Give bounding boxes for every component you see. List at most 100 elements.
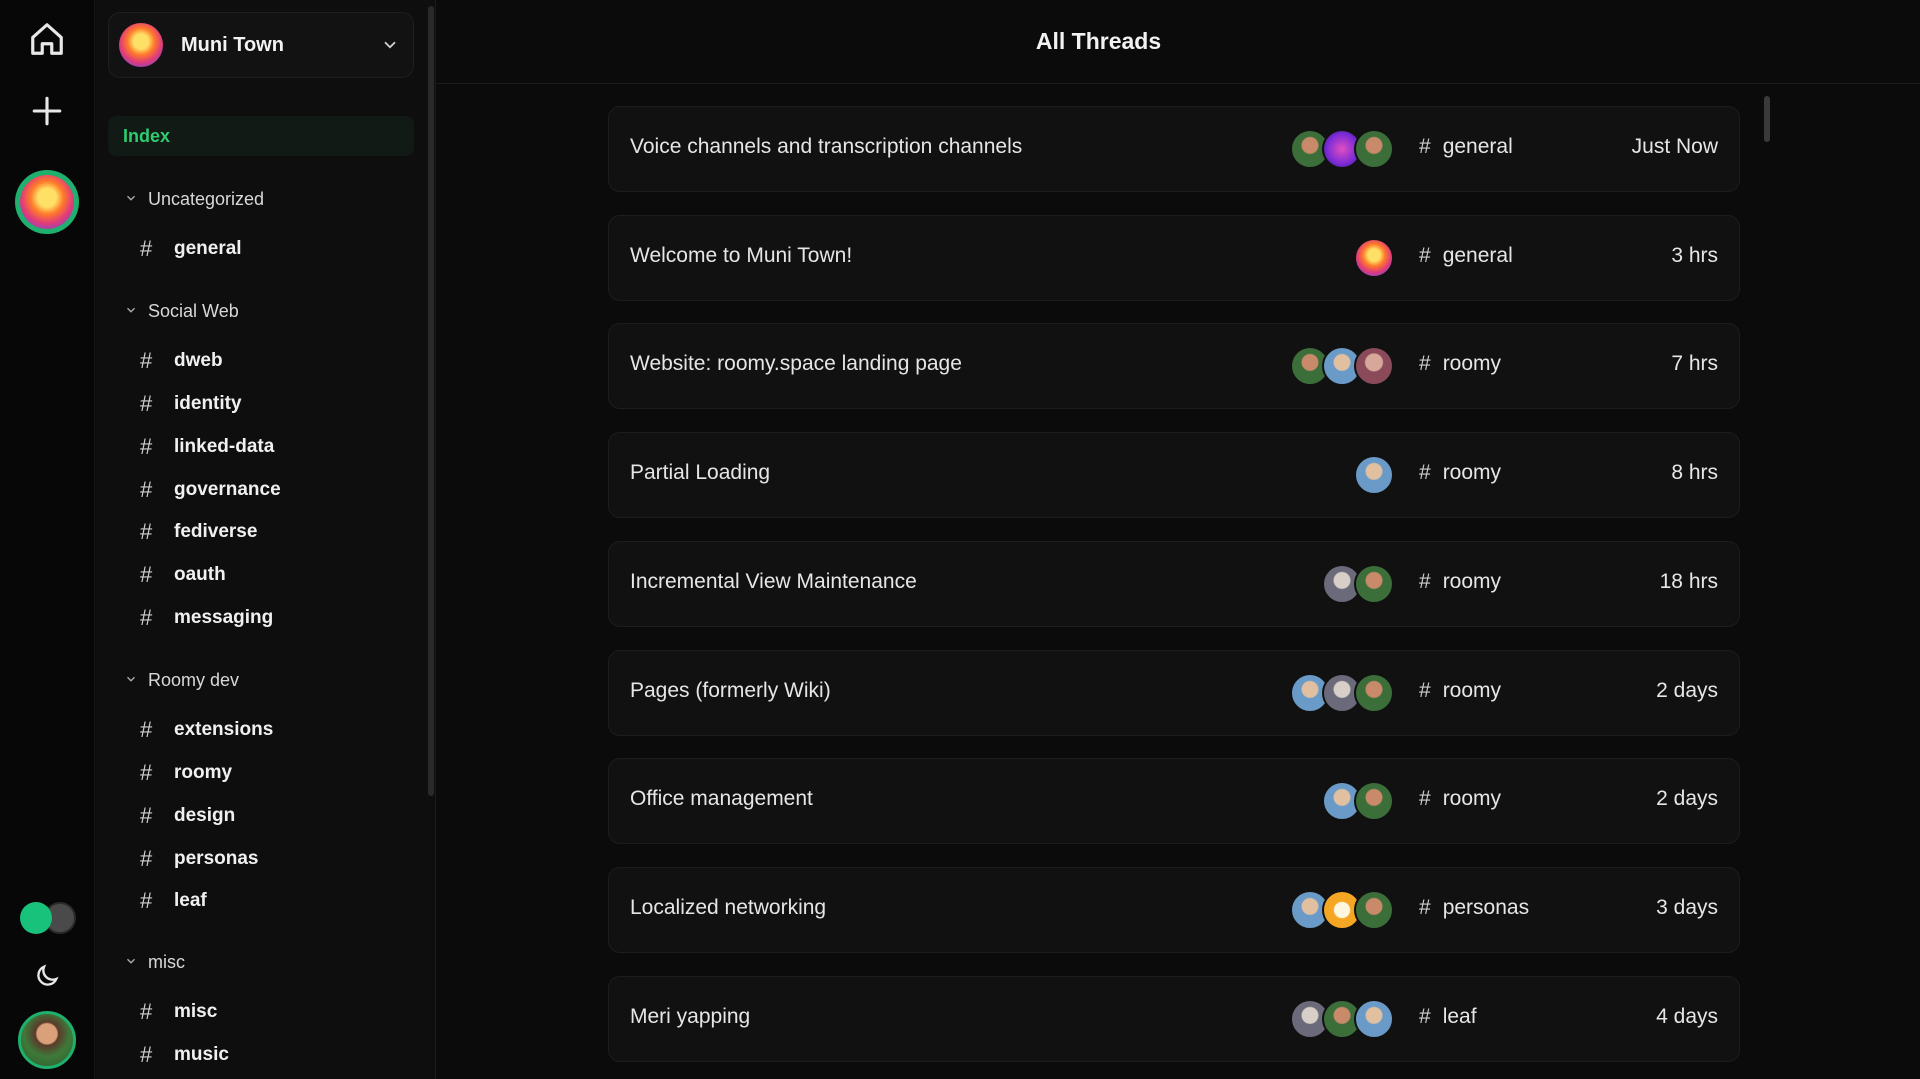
channel-dweb[interactable]: # dweb bbox=[140, 348, 223, 374]
channel-linked-data[interactable]: # linked-data bbox=[140, 434, 274, 460]
thread-row[interactable]: Voice channels and transcription channel… bbox=[608, 106, 1740, 192]
thread-time: 3 hrs bbox=[1671, 244, 1718, 267]
channel-oauth[interactable]: # oauth bbox=[140, 562, 226, 588]
avatar bbox=[1354, 673, 1394, 713]
channel-label: governance bbox=[174, 479, 281, 500]
channel-label: music bbox=[174, 1044, 229, 1065]
user-avatar[interactable] bbox=[18, 1011, 76, 1069]
chevron-down-icon bbox=[381, 36, 399, 58]
channel-identity[interactable]: # identity bbox=[140, 391, 242, 417]
category-social-web[interactable]: Social Web bbox=[124, 301, 239, 322]
avatar bbox=[1354, 129, 1394, 169]
hash-icon: # bbox=[140, 888, 153, 913]
thread-time: 3 days bbox=[1656, 896, 1718, 919]
page-title: All Threads bbox=[1035, 28, 1162, 54]
thread-title: Meri yapping bbox=[630, 1005, 751, 1028]
thread-channel: # roomy bbox=[1419, 570, 1502, 593]
category-label: misc bbox=[148, 952, 185, 972]
sidebar-item-index[interactable]: Index bbox=[108, 116, 414, 156]
hash-icon: # bbox=[140, 846, 153, 871]
hash-icon: # bbox=[140, 519, 153, 544]
avatar bbox=[1354, 238, 1394, 278]
channel-music[interactable]: # music bbox=[140, 1042, 229, 1068]
channel-label: design bbox=[174, 805, 236, 826]
main-scrollbar[interactable] bbox=[1764, 96, 1770, 142]
chevron-down-icon bbox=[124, 301, 138, 322]
category-roomy-dev[interactable]: Roomy dev bbox=[124, 670, 239, 691]
participant-avatars bbox=[1290, 346, 1394, 386]
channel-fediverse[interactable]: # fediverse bbox=[140, 519, 257, 545]
channel-messaging[interactable]: # messaging bbox=[140, 605, 273, 631]
channel-misc[interactable]: # misc bbox=[140, 999, 217, 1025]
avatar bbox=[1354, 890, 1394, 930]
thread-channel: # general bbox=[1419, 244, 1513, 267]
thread-title: Voice channels and transcription channel… bbox=[630, 135, 1023, 158]
space-avatar-muni-town[interactable] bbox=[15, 170, 79, 234]
participant-avatars bbox=[1290, 999, 1394, 1039]
thread-title: Incremental View Maintenance bbox=[630, 570, 917, 593]
category-misc[interactable]: misc bbox=[124, 952, 185, 973]
thread-row[interactable]: Meri yapping # leaf 4 days bbox=[608, 976, 1740, 1062]
participant-avatars bbox=[1322, 564, 1394, 604]
channel-sidebar: Muni Town Index Uncategorized # general S… bbox=[96, 0, 436, 1079]
channel-label: dweb bbox=[174, 350, 223, 371]
thread-title: Welcome to Muni Town! bbox=[630, 244, 853, 267]
channel-personas[interactable]: # personas bbox=[140, 846, 258, 872]
category-uncategorized[interactable]: Uncategorized bbox=[124, 189, 264, 210]
space-logo bbox=[119, 23, 163, 67]
participant-avatars bbox=[1322, 781, 1394, 821]
channel-label: messaging bbox=[174, 607, 274, 628]
thread-time: 7 hrs bbox=[1671, 352, 1718, 375]
sidebar-scrollbar[interactable] bbox=[428, 6, 434, 796]
notification-toggle[interactable] bbox=[20, 900, 76, 936]
thread-row[interactable]: Partial Loading # roomy 8 hrs bbox=[608, 432, 1740, 518]
participant-avatars bbox=[1354, 238, 1394, 278]
category-label: Roomy dev bbox=[148, 670, 240, 690]
participant-avatars bbox=[1290, 890, 1394, 930]
thread-time: 8 hrs bbox=[1671, 461, 1718, 484]
thread-title: Website: roomy.space landing page bbox=[630, 352, 962, 375]
thread-row[interactable]: Pages (formerly Wiki) # roomy 2 days bbox=[608, 650, 1740, 736]
thread-row[interactable]: Welcome to Muni Town! # general 3 hrs bbox=[608, 215, 1740, 301]
hash-icon: # bbox=[140, 605, 153, 630]
thread-title: Office management bbox=[630, 787, 813, 810]
thread-time: 4 days bbox=[1656, 1005, 1718, 1028]
category-label: Uncategorized bbox=[148, 189, 265, 209]
thread-row[interactable]: Website: roomy.space landing page # roomy… bbox=[608, 323, 1740, 409]
thread-row[interactable]: Office management # roomy 2 days bbox=[608, 758, 1740, 844]
app-rail bbox=[0, 0, 95, 1079]
space-logo bbox=[20, 175, 74, 229]
moon-icon[interactable] bbox=[24, 953, 70, 999]
channel-design[interactable]: # design bbox=[140, 803, 235, 829]
channel-label: fediverse bbox=[174, 521, 258, 542]
thread-time: Just Now bbox=[1631, 135, 1718, 158]
thread-time: 2 days bbox=[1656, 679, 1718, 702]
participant-avatars bbox=[1290, 129, 1394, 169]
channel-extensions[interactable]: # extensions bbox=[140, 717, 273, 743]
thread-channel: # general bbox=[1419, 135, 1513, 158]
hash-icon: # bbox=[140, 348, 153, 373]
thread-time: 2 days bbox=[1656, 787, 1718, 810]
thread-row[interactable]: Localized networking # personas 3 days bbox=[608, 867, 1740, 953]
channel-leaf[interactable]: # leaf bbox=[140, 888, 207, 914]
plus-icon[interactable] bbox=[24, 88, 70, 134]
home-icon[interactable] bbox=[24, 16, 70, 62]
thread-title: Partial Loading bbox=[630, 461, 771, 484]
space-switcher[interactable]: Muni Town bbox=[108, 12, 414, 78]
hash-icon: # bbox=[140, 477, 153, 502]
channel-governance[interactable]: # governance bbox=[140, 477, 281, 503]
chevron-down-icon bbox=[124, 952, 138, 973]
hash-icon: # bbox=[140, 717, 153, 742]
thread-row[interactable]: Incremental View Maintenance # roomy 18 h… bbox=[608, 541, 1740, 627]
thread-channel: # roomy bbox=[1419, 787, 1502, 810]
thread-time: 18 hrs bbox=[1659, 570, 1718, 593]
channel-label: extensions bbox=[174, 719, 274, 740]
hash-icon: # bbox=[140, 803, 153, 828]
channel-label: linked-data bbox=[174, 436, 275, 457]
hash-icon: # bbox=[140, 236, 153, 261]
avatar bbox=[1354, 346, 1394, 386]
channel-general[interactable]: # general bbox=[140, 236, 242, 262]
channel-roomy[interactable]: # roomy bbox=[140, 760, 232, 786]
channel-label: identity bbox=[174, 393, 242, 414]
avatar bbox=[1354, 999, 1394, 1039]
